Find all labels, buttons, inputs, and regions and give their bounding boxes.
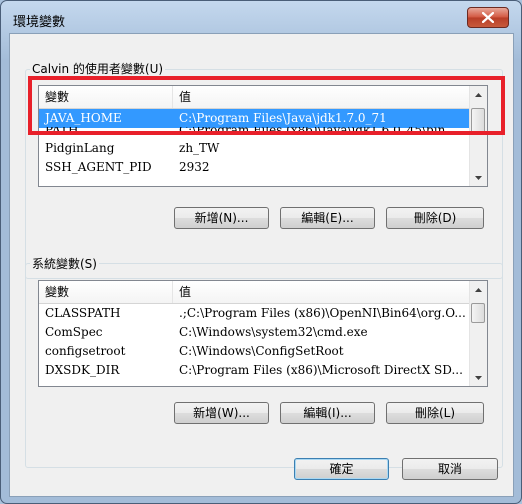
var-name: PATH [39, 127, 173, 133]
var-name: JAVA_HOME [45, 111, 122, 125]
list-item-classpath[interactable]: CLASSPATH .;C:\Program Files (x86)\OpenN… [39, 304, 470, 323]
close-button[interactable] [467, 7, 509, 28]
close-icon [482, 12, 494, 23]
user-vars-scrollbar[interactable] [469, 86, 487, 186]
column-header-value[interactable]: 值 [173, 281, 470, 303]
system-edit-button[interactable]: 編輯(I)... [280, 402, 375, 424]
user-delete-button[interactable]: 刪除(D) [386, 207, 484, 229]
var-value: C:\Windows\ConfigSetRoot [179, 344, 344, 358]
user-vars-label: Calvin 的使用者變數(U) [30, 60, 166, 77]
scroll-down-button[interactable] [470, 169, 487, 186]
arrow-up-icon [475, 92, 482, 97]
column-header-name[interactable]: 變數 [39, 86, 173, 108]
var-name: SSH_AGENT_PID [45, 160, 152, 174]
system-delete-button[interactable]: 刪除(L) [386, 402, 484, 424]
scroll-down-button[interactable] [470, 369, 487, 386]
user-vars-list[interactable]: 變數 值 JAVA_HOME C:\Program Files\Java\jdk… [38, 85, 488, 187]
user-new-button[interactable]: 新增(N)... [174, 207, 269, 229]
var-value: C:\Windows\system32\cmd.exe [179, 325, 368, 339]
var-name: ComSpec [45, 325, 103, 339]
var-value: C:\Program Files (x86)\Java\jdk1.6.0_45\… [173, 127, 470, 133]
var-value: C:\Program Files (x86)\Microsoft DirectX… [179, 363, 463, 377]
dialog-body: Calvin 的使用者變數(U) 變數 值 JAVA_HOME C:\Progr… [9, 33, 514, 497]
user-vars-header: 變數 值 [39, 86, 470, 109]
var-value: C:\Program Files\Java\jdk1.7.0_71 [179, 111, 387, 125]
system-vars-list[interactable]: 變數 值 CLASSPATH .;C:\Program Files (x86)\… [38, 280, 488, 387]
list-item-path[interactable]: PATH C:\Program Files (x86)\Java\jdk1.6.… [39, 127, 470, 139]
column-header-name[interactable]: 變數 [39, 281, 173, 303]
var-value: zh_TW [179, 141, 220, 155]
list-item-configsetroot[interactable]: configsetroot C:\Windows\ConfigSetRoot [39, 342, 470, 361]
scroll-thumb[interactable] [471, 108, 485, 134]
var-name: configsetroot [45, 344, 126, 358]
var-name: PidginLang [45, 141, 115, 155]
list-item-dxsdk-dir[interactable]: DXSDK_DIR C:\Program Files (x86)\Microso… [39, 361, 470, 380]
list-item-ssh-agent-pid[interactable]: SSH_AGENT_PID 2932 [39, 158, 470, 177]
dialog-window: 環境變數 Calvin 的使用者變數(U) 變數 值 JAVA_HOME C:\… [0, 0, 522, 504]
system-vars-header: 變數 值 [39, 281, 470, 304]
user-edit-button[interactable]: 編輯(E)... [280, 207, 375, 229]
list-item-pidginlang[interactable]: PidginLang zh_TW [39, 139, 470, 158]
scroll-up-button[interactable] [470, 281, 487, 298]
var-name: DXSDK_DIR [45, 363, 120, 377]
column-header-value[interactable]: 值 [173, 86, 470, 108]
scroll-up-button[interactable] [470, 86, 487, 103]
var-name: CLASSPATH [45, 306, 121, 320]
arrow-up-icon [475, 287, 482, 292]
var-value: .;C:\Program Files (x86)\OpenNI\Bin64\or… [179, 306, 466, 320]
list-item-comspec[interactable]: ComSpec C:\Windows\system32\cmd.exe [39, 323, 470, 342]
system-vars-scrollbar[interactable] [469, 281, 487, 386]
arrow-down-icon [475, 175, 482, 180]
list-item-java-home[interactable]: JAVA_HOME C:\Program Files\Java\jdk1.7.0… [39, 109, 470, 128]
ok-button[interactable]: 確定 [294, 458, 389, 480]
system-vars-label: 系統變數(S) [30, 255, 99, 272]
cancel-button[interactable]: 取消 [402, 458, 498, 480]
window-title: 環境變數 [13, 15, 66, 30]
system-new-button[interactable]: 新增(W)... [174, 402, 269, 424]
scroll-thumb[interactable] [471, 303, 485, 323]
arrow-down-icon [475, 375, 482, 380]
var-value: 2932 [179, 160, 210, 174]
